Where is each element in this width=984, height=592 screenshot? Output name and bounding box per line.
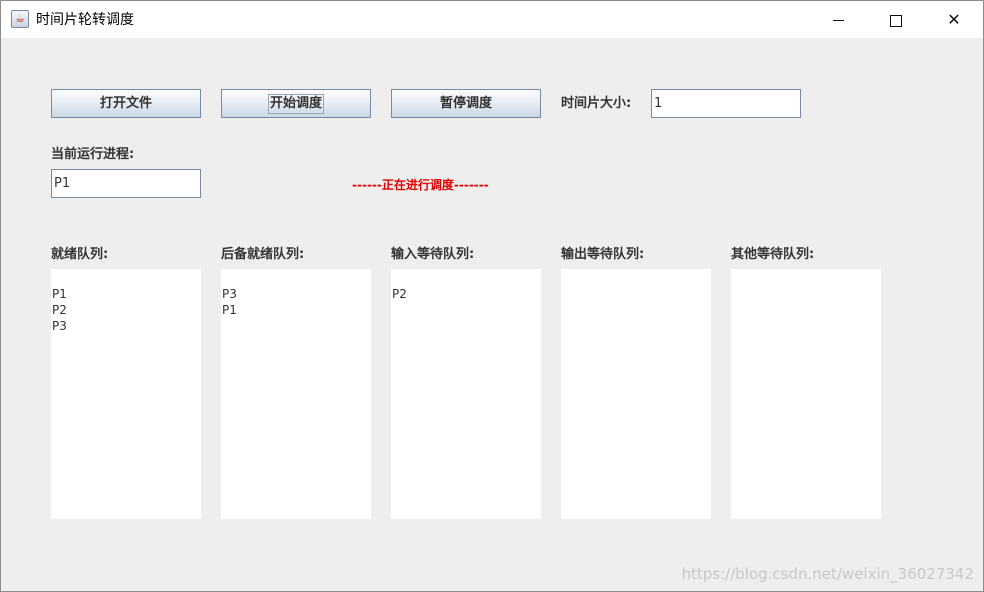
minimize-button[interactable] — [809, 1, 867, 38]
time-slice-label: 时间片大小: — [561, 96, 632, 111]
output-wait-queue-list[interactable] — [561, 269, 711, 519]
close-button[interactable]: ✕ — [925, 1, 983, 38]
start-schedule-button[interactable]: 开始调度 — [221, 89, 371, 118]
output-wait-queue-label: 输出等待队列: — [561, 247, 645, 262]
open-file-button[interactable]: 打开文件 — [51, 89, 201, 118]
input-wait-queue-list[interactable]: P2 — [391, 269, 541, 519]
window-title: 时间片轮转调度 — [36, 12, 134, 28]
watermark-text: https://blog.csdn.net/weixin_36027342 — [681, 565, 974, 583]
ready-queue-label: 就绪队列: — [51, 247, 109, 262]
backup-ready-queue-label: 后备就绪队列: — [221, 247, 305, 262]
maximize-icon — [890, 14, 902, 27]
list-item[interactable]: P2 — [51, 302, 201, 318]
maximize-button[interactable] — [867, 1, 925, 38]
input-wait-queue-label: 输入等待队列: — [391, 247, 475, 262]
start-schedule-label: 开始调度 — [267, 94, 324, 114]
list-item[interactable]: P3 — [51, 318, 201, 334]
list-item[interactable]: P3 — [221, 286, 371, 302]
pause-schedule-button[interactable]: 暂停调度 — [391, 89, 541, 118]
list-item[interactable]: P1 — [221, 302, 371, 318]
minimize-icon — [832, 20, 844, 21]
list-item[interactable]: P1 — [51, 286, 201, 302]
current-process-label: 当前运行进程: — [51, 147, 135, 162]
close-icon: ✕ — [947, 10, 961, 29]
current-process-field[interactable]: P1 — [51, 169, 201, 198]
other-wait-queue-list[interactable] — [731, 269, 881, 519]
backup-ready-queue-list[interactable]: P3 P1 — [221, 269, 371, 519]
ready-queue-list[interactable]: P1 P2 P3 — [51, 269, 201, 519]
title-bar[interactable]: ☕ 时间片轮转调度 ✕ — [1, 1, 983, 38]
java-cup-icon: ☕ — [11, 10, 29, 28]
app-window: ☕ 时间片轮转调度 ✕ 打开文件 开始调度 暂停调度 时间片大小: 1 当前运行… — [0, 0, 984, 592]
time-slice-input[interactable]: 1 — [651, 89, 801, 118]
other-wait-queue-label: 其他等待队列: — [731, 247, 815, 262]
list-item[interactable]: P2 — [391, 286, 541, 302]
schedule-status-text: ------正在进行调度------- — [352, 178, 489, 192]
